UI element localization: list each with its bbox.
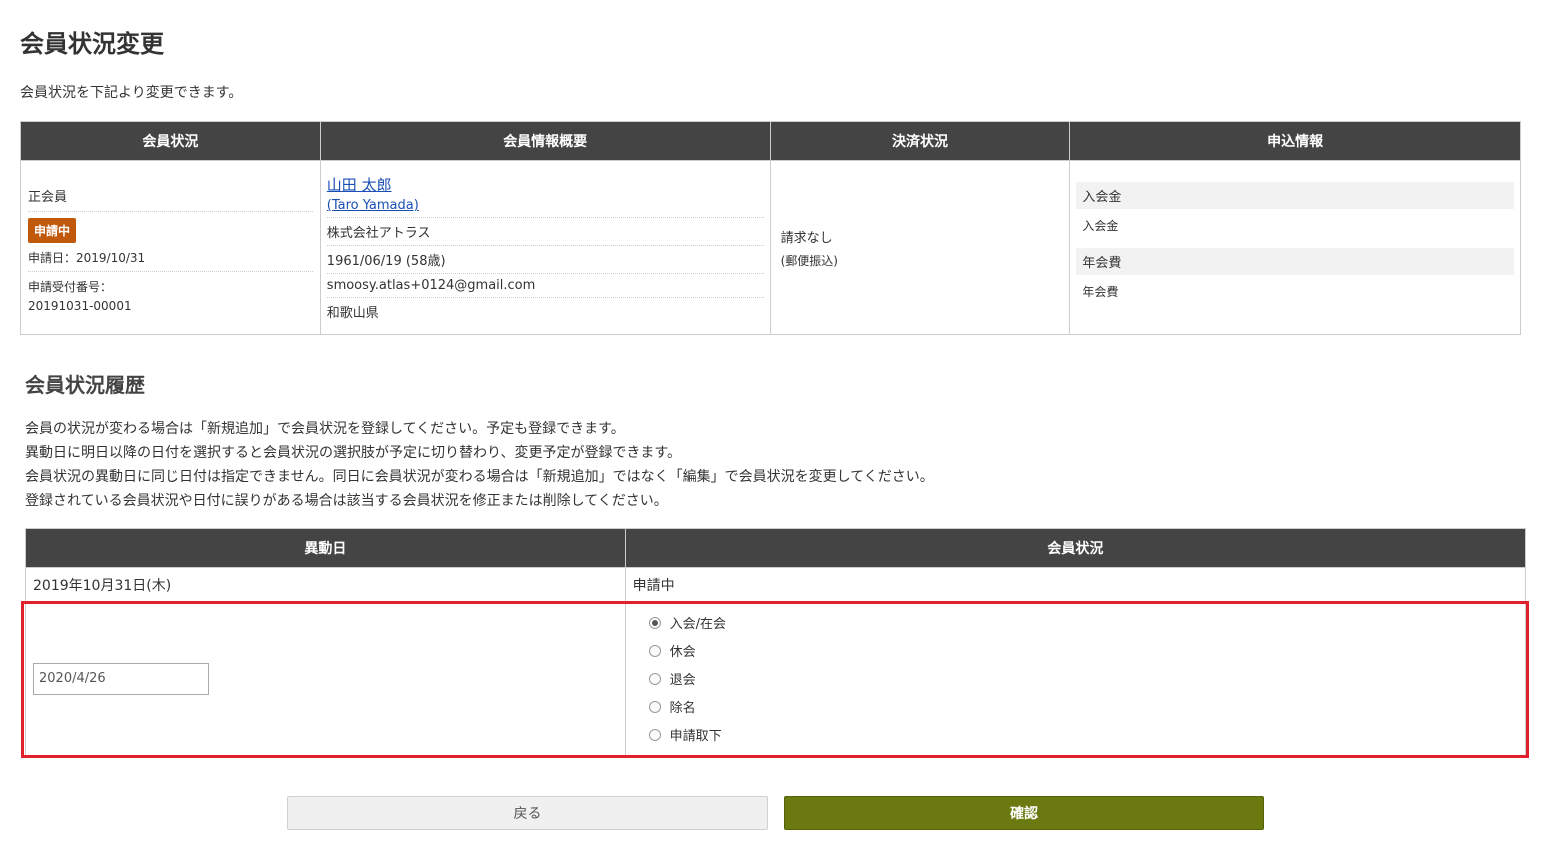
member-type: 正会員 [28,182,313,212]
back-button[interactable]: 戻る [287,796,768,830]
radio-label: 休会 [669,645,696,660]
member-company: 株式会社アトラス [326,218,764,246]
member-name-link[interactable]: 山田 太郎 [327,174,764,195]
application-item-value: 入会金 [1082,218,1119,233]
header-payment-status: 決済状況 [769,121,1071,161]
payment-cell: 請求なし (郵便振込) [769,160,1071,335]
note-line: 会員の状況が変わる場合は「新規追加」で会員状況を登録してください。予定も登録でき… [25,421,625,437]
history-table: 異動日 会員状況 2019年10月31日(木) 申請中 入会/在会 休会 退会 [25,528,1527,756]
status-badge: 申請中 [28,218,77,243]
radio-option-withdraw[interactable]: 退会 [648,665,1518,693]
radio-button[interactable] [648,616,661,629]
apply-date: 申請日：2019/10/31 [28,247,313,272]
history-notes: 会員の状況が変わる場合は「新規追加」で会員状況を登録してください。予定も登録でき… [25,417,934,513]
note-line: 会員状況の異動日に同じ日付は指定できません。同日に会員状況が変わる場合は「新規追… [25,469,934,485]
change-date-input[interactable] [33,662,209,695]
radio-label: 入会/在会 [669,617,727,632]
radio-label: 退会 [669,673,696,688]
radio-option-expel[interactable]: 除名 [648,693,1518,721]
header-change-date: 異動日 [25,528,626,568]
radio-option-suspend[interactable]: 休会 [648,637,1518,665]
history-status: 申請中 [624,567,1527,602]
application-item-head: 年会費 [1076,247,1514,275]
member-prefecture: 和歌山県 [326,306,379,321]
page-description: 会員状況を下記より変更できます。 [20,85,243,101]
radio-label: 申請取下 [669,729,722,744]
member-birthdate: 1961/06/19 (58歳) [326,246,764,274]
receipt-label: 申請受付番号： [28,280,113,294]
note-line: 登録されている会員状況や日付に誤りがある場合は該当する会員状況を修正または削除し… [25,493,668,509]
member-summary-table: 会員状況 会員情報概要 決済状況 申込情報 正会員 申請中 申請日：2019/1… [20,121,1521,335]
member-name-en-link[interactable]: (Taro Yamada) [327,195,764,213]
header-member-status: 会員状況 [20,121,321,161]
application-item-head: 入会金 [1076,181,1514,209]
header-application-info: 申込情報 [1069,121,1521,161]
note-line: 異動日に明日以降の日付を選択すると会員状況の選択肢が予定に切り替わり、変更予定が… [25,445,682,461]
member-status-cell: 正会員 申請中 申請日：2019/10/31 申請受付番号： 20191031-… [20,160,321,335]
application-cell: 入会金 入会金 年会費 年会費 [1069,160,1521,335]
radio-button[interactable] [648,728,661,741]
confirm-button[interactable]: 確認 [784,796,1264,830]
header-member-info: 会員情報概要 [319,121,771,161]
header-status: 会員状況 [624,528,1527,568]
radio-button[interactable] [648,700,661,713]
payment-method: (郵便振込) [780,253,838,268]
application-item-value: 年会費 [1082,284,1119,299]
radio-label: 除名 [669,701,696,716]
radio-button[interactable] [648,672,661,685]
table-row: 2019年10月31日(木) 申請中 [25,567,1527,602]
new-entry-row: 入会/在会 休会 退会 除名 申請取下 [25,601,1527,756]
radio-option-join[interactable]: 入会/在会 [648,609,1518,637]
receipt-number: 20191031-00001 [28,299,132,313]
member-email: smoosy.atlas+0124@gmail.com [326,274,764,298]
history-date: 2019年10月31日(木) [25,567,626,602]
history-section-title: 会員状況履歴 [25,373,145,397]
page-title: 会員状況変更 [20,30,164,58]
radio-option-cancel-application[interactable]: 申請取下 [648,721,1518,749]
status-radio-group: 入会/在会 休会 退会 除名 申請取下 [633,609,1518,749]
payment-status: 請求なし [780,230,833,246]
member-info-cell: 山田 太郎 (Taro Yamada) 株式会社アトラス 1961/06/19 … [319,160,771,335]
radio-button[interactable] [648,644,661,657]
